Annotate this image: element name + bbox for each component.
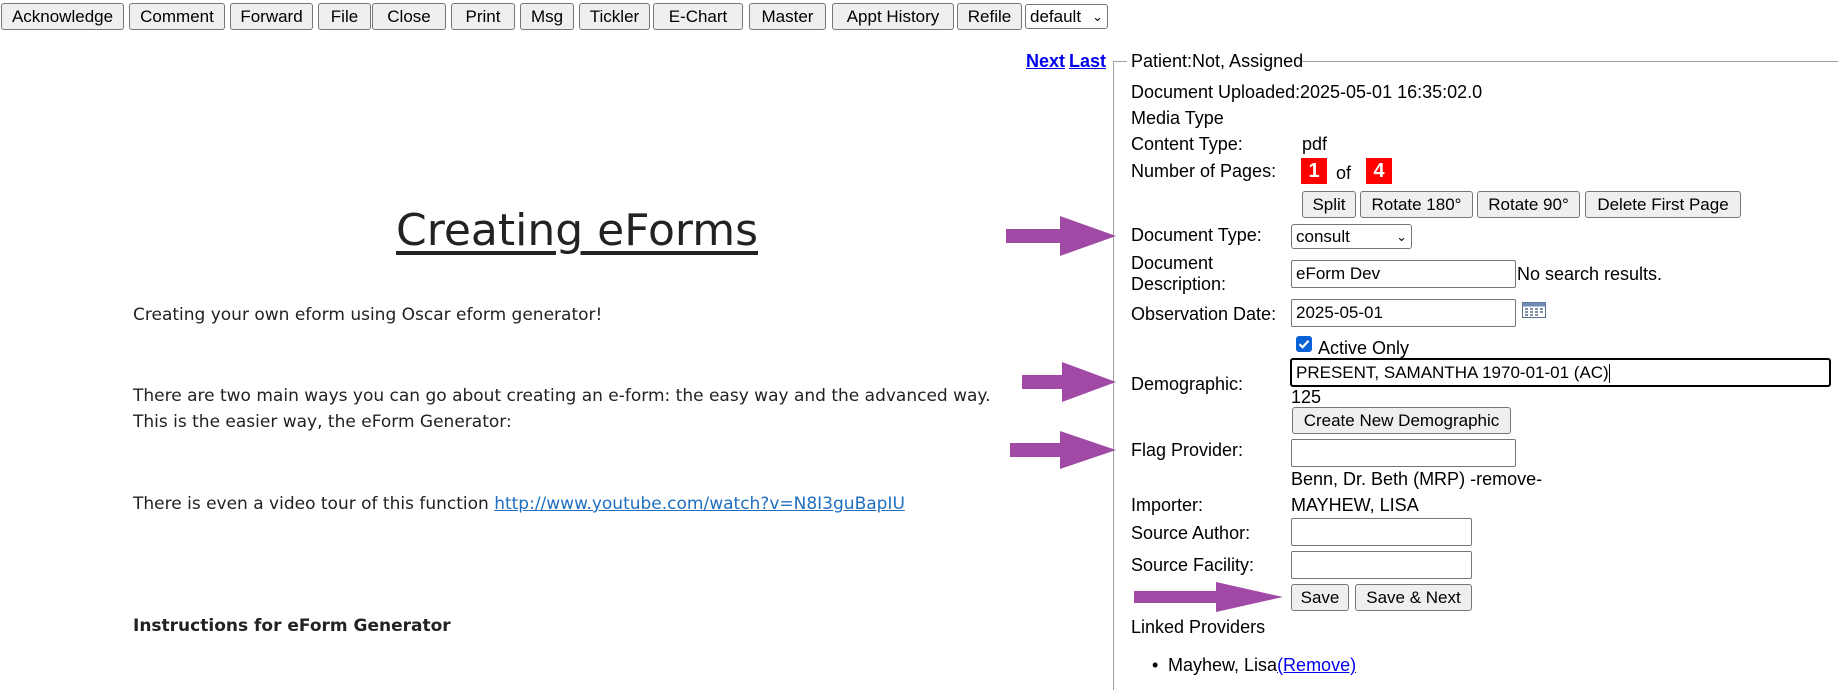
annotation-arrows (1006, 216, 1283, 612)
arrow-flag-provider (1010, 431, 1116, 469)
arrow-document-type (1006, 216, 1116, 256)
arrow-save (1134, 582, 1283, 612)
arrow-demographic (1022, 362, 1116, 402)
